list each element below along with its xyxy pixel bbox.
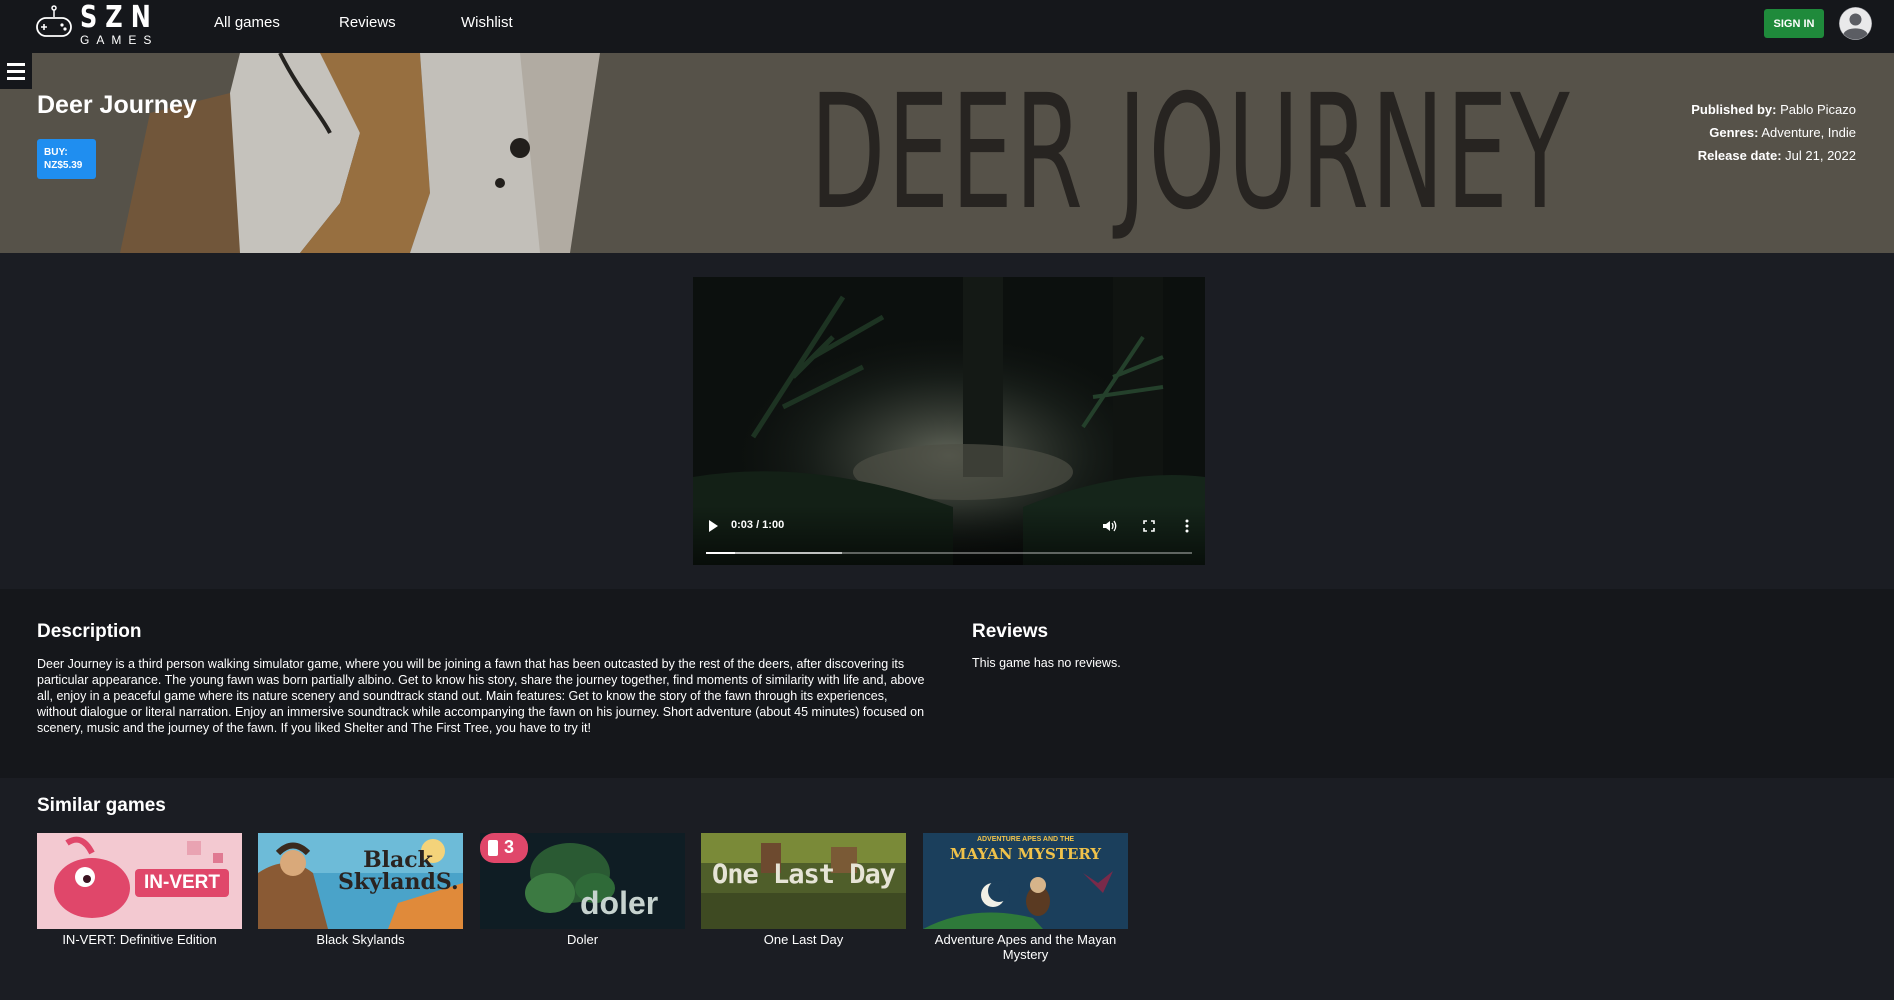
- nav-wishlist[interactable]: Wishlist: [461, 14, 513, 31]
- similar-games-heading: Similar games: [37, 795, 166, 816]
- game-thumbnail: IN-VERT: [37, 833, 242, 929]
- game-card-title: One Last Day: [763, 932, 844, 947]
- fullscreen-icon[interactable]: [1140, 517, 1158, 535]
- game-thumbnail: 3 doler: [480, 833, 685, 929]
- logo-subtitle: GAMES: [80, 32, 159, 47]
- release-date-value: Jul 21, 2022: [1785, 148, 1856, 163]
- play-icon[interactable]: [707, 519, 719, 533]
- description-text: Deer Journey is a third person walking s…: [37, 657, 925, 735]
- video-seek-bar[interactable]: [706, 552, 1192, 554]
- buy-price: NZ$5.39: [44, 160, 83, 171]
- similar-game-card[interactable]: Black SkylandS. Black Skylands: [258, 833, 463, 947]
- video-progress-bar: [706, 552, 736, 554]
- game-card-title: IN-VERT: Definitive Edition: [62, 932, 217, 947]
- controller-icon: [36, 5, 72, 37]
- publisher-value: Pablo Picazo: [1780, 102, 1856, 117]
- buy-label: BUY:: [44, 147, 68, 158]
- video-time: 0:03 / 1:00: [731, 519, 785, 531]
- thumbnail-art-text: IN-VERT: [144, 872, 220, 893]
- thumbnail-art-text: One Last Day: [711, 859, 896, 890]
- logo-wordmark: SZN: [80, 0, 159, 35]
- game-thumbnail: ADVENTURE APES AND THE MAYAN MYSTERY: [923, 833, 1128, 929]
- thumbnail-badge: 3: [504, 837, 515, 857]
- game-card-title: Black Skylands: [316, 932, 405, 947]
- game-thumbnail: Black SkylandS.: [258, 833, 463, 929]
- buy-button[interactable]: BUY: NZ$5.39: [37, 139, 96, 179]
- trailer-video[interactable]: 0:03 / 1:00: [693, 277, 1205, 565]
- top-navbar: SZN GAMES All games Reviews Wishlist SIG…: [0, 0, 1894, 53]
- genres-value: Adventure, Indie: [1761, 125, 1856, 140]
- user-avatar-icon[interactable]: [1839, 7, 1872, 40]
- similar-game-card[interactable]: 3 doler Doler: [480, 833, 685, 947]
- publisher-label: Published by:: [1691, 102, 1777, 117]
- release-date-label: Release date:: [1697, 148, 1782, 163]
- similar-game-card[interactable]: IN-VERT IN-VERT: Definitive Edition: [37, 833, 242, 947]
- description-heading: Description: [37, 621, 142, 642]
- genres-label: Genres:: [1709, 125, 1759, 140]
- thumbnail-art-text: Black SkylandS.: [338, 847, 459, 895]
- similar-game-card[interactable]: One Last Day One Last Day: [701, 833, 906, 947]
- game-card-title: Doler: [566, 932, 599, 947]
- reviews-heading: Reviews: [972, 621, 1049, 642]
- more-options-icon[interactable]: [1178, 517, 1196, 535]
- hamburger-menu-icon[interactable]: [0, 53, 32, 89]
- game-title: Deer Journey: [37, 91, 197, 119]
- hero-banner-wordmark: DEER JOURNEY: [810, 61, 1572, 245]
- sign-in-button[interactable]: SIGN IN: [1764, 9, 1824, 38]
- game-thumbnail: One Last Day: [701, 833, 906, 929]
- hero-banner: DEER JOURNEY: [0, 53, 1894, 253]
- nav-reviews[interactable]: Reviews: [339, 14, 396, 31]
- nav-all-games[interactable]: All games: [214, 14, 280, 31]
- similar-game-card[interactable]: ADVENTURE APES AND THE MAYAN MYSTERY Adv…: [923, 833, 1128, 962]
- thumbnail-art-text: MAYAN MYSTERY: [949, 845, 1102, 863]
- volume-icon[interactable]: [1101, 517, 1119, 535]
- site-logo[interactable]: SZN GAMES: [34, 0, 178, 48]
- game-meta: Published by: Pablo Picazo Genres: Adven…: [1691, 98, 1856, 167]
- thumbnail-art-line: Black: [363, 847, 433, 873]
- thumbnail-art-subtext: ADVENTURE APES AND THE: [976, 836, 1075, 843]
- thumbnail-art-text: doler: [580, 885, 659, 921]
- thumbnail-art-line: SkylandS.: [338, 869, 459, 895]
- no-reviews-text: This game has no reviews.: [972, 656, 1121, 670]
- video-controls: 0:03 / 1:00: [693, 505, 1205, 565]
- game-card-title: Adventure Apes and the Mayan Mystery: [934, 932, 1117, 962]
